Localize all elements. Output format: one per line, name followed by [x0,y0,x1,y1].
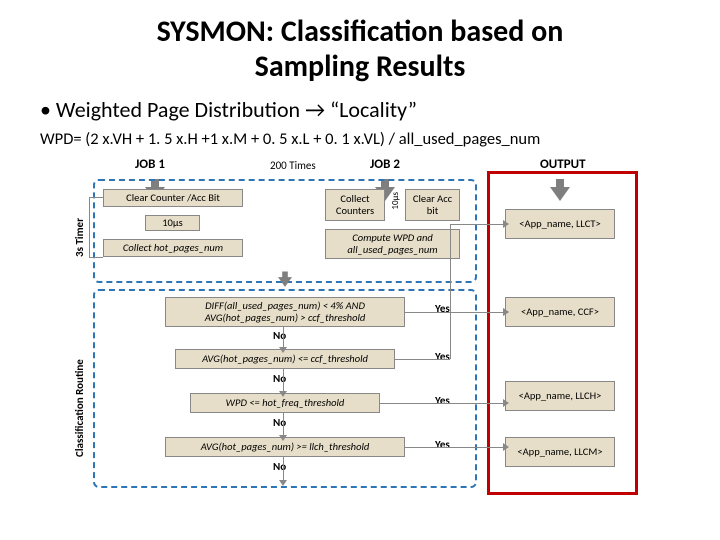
label-10us-tiny: 10μs [390,192,401,210]
label-no: No [273,416,286,429]
label-yes: Yes [435,438,450,451]
label-job1: JOB 1 [135,157,165,172]
box-clear-acc-bit: Clear Acc bit [405,189,460,221]
label-output: OUTPUT [540,157,586,172]
box-10us: 10μs [145,215,200,231]
box-collect-hot-pages: Collect hot_pages_num [103,239,243,257]
bullet-line: • Weighted Page Distribution → “Locality… [40,96,680,123]
decision-diff-avg: DIFF(all_used_pages_num) < 4% AND AVG(ho… [165,297,405,327]
label-no: No [273,372,286,385]
label-yes: Yes [435,302,450,315]
output-llcm: <App_name, LLCM> [505,437,615,467]
label-yes: Yes [435,350,450,363]
flow-diagram: JOB 1 200 Times JOB 2 OUTPUT 3s Timer Cl… [75,157,645,492]
label-classification-routine: Classification Routine [73,307,86,457]
label-no: No [273,460,286,473]
title-line-1: SYSMON: Classification based on [157,13,564,50]
output-llct: <App_name, LLCT> [505,209,615,239]
output-ccf: <App_name, CCF> [505,297,615,327]
box-compute-wpd: Compute WPD and all_used_pages_num [325,229,460,259]
label-yes: Yes [435,394,450,407]
wpd-formula: WPD= (2 x.VH + 1. 5 x.H +1 x.M + 0. 5 x.… [40,129,680,149]
label-job2: JOB 2 [370,157,400,172]
box-collect-counters: Collect Counters [325,189,385,221]
box-clear-counter: Clear Counter /Acc Bit [103,189,243,207]
label-200-times: 200 Times [270,159,316,172]
slide-title: SYSMON: Classification based on Sampling… [40,15,680,84]
title-line-2: Sampling Results [255,48,466,85]
label-3s-timer: 3s Timer [73,197,86,257]
arrow-down-icon [278,277,292,287]
label-no: No [273,329,286,342]
output-llch: <App_name, LLCH> [505,381,615,411]
